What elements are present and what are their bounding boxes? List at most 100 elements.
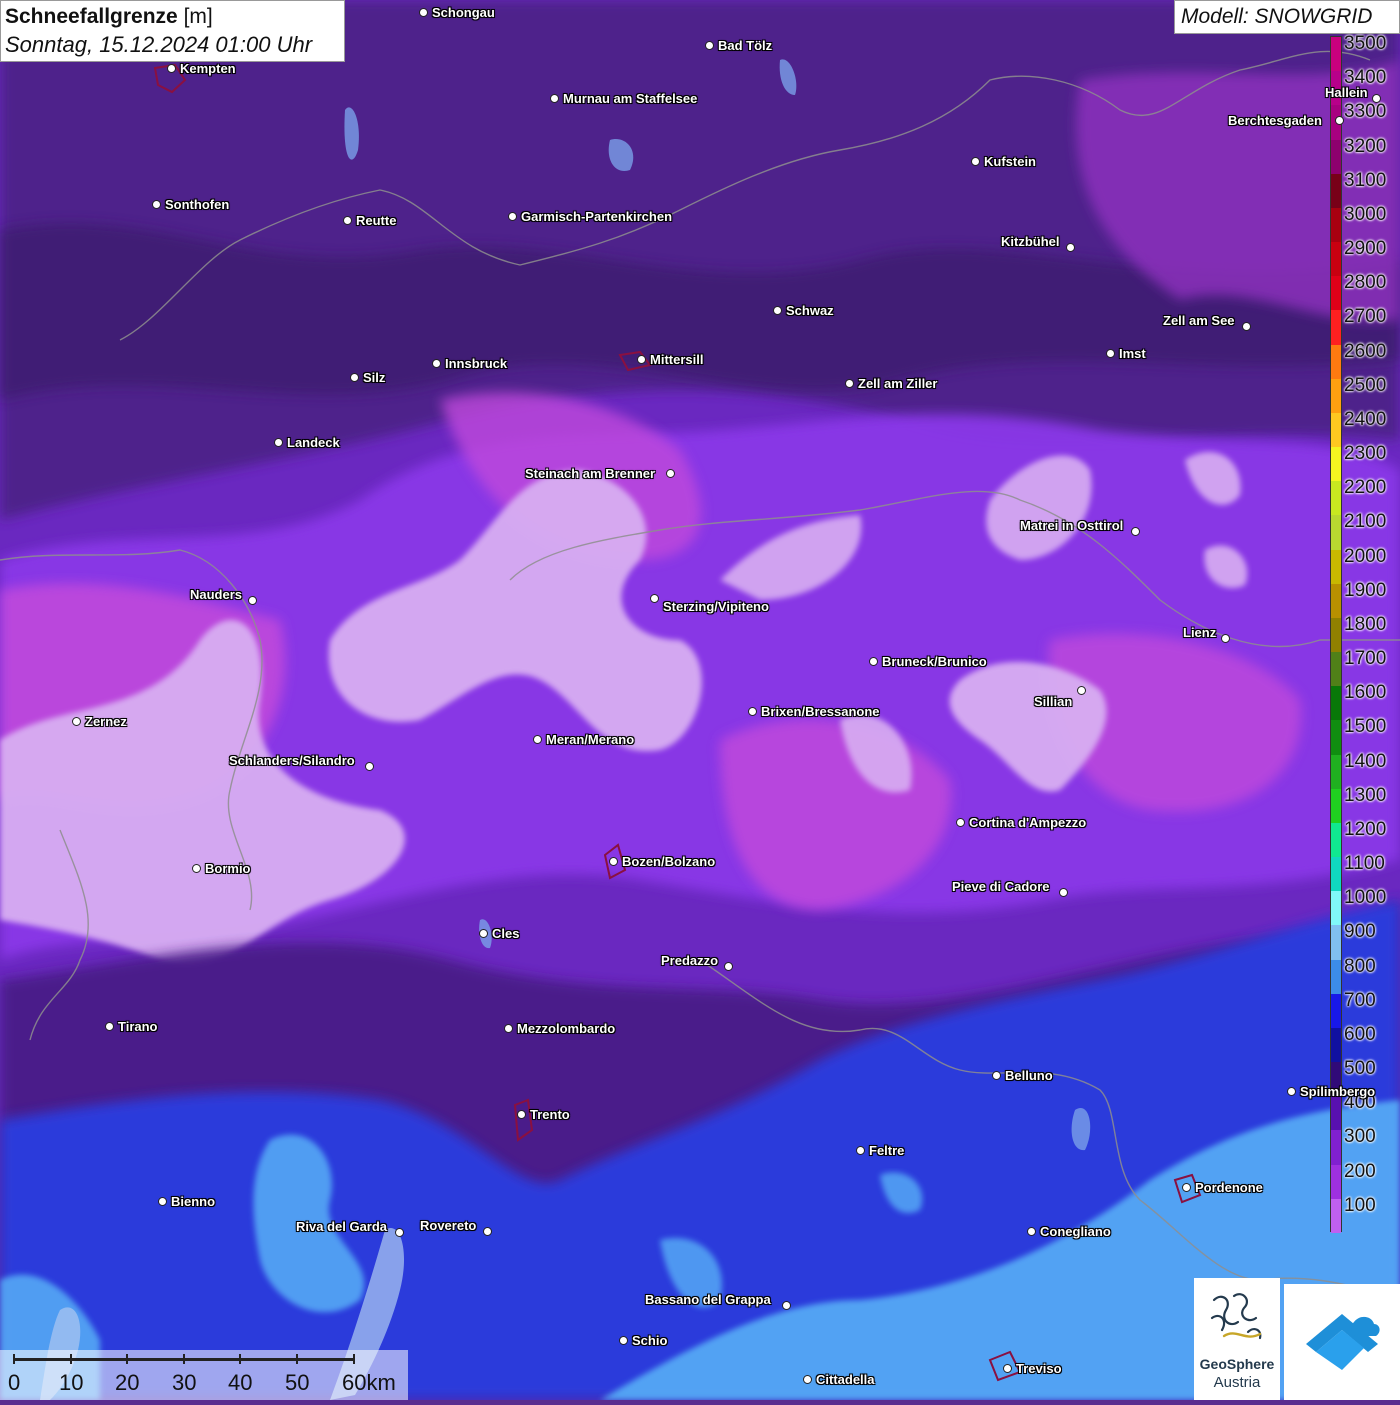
legend-label: 1400 xyxy=(1344,750,1387,772)
place-dot-icon xyxy=(248,596,257,605)
legend-swatch xyxy=(1331,139,1341,175)
legend-swatch xyxy=(1331,1096,1341,1131)
place-label: Innsbruck xyxy=(445,356,508,371)
place-label: Brixen/Bressanone xyxy=(761,704,880,719)
place-label: Bassano del Grappa xyxy=(645,1292,771,1307)
place-dot-icon xyxy=(619,1336,628,1345)
place-dot-icon xyxy=(1182,1183,1191,1192)
place-dot-icon xyxy=(1287,1087,1296,1096)
legend-label: 2800 xyxy=(1344,272,1387,294)
legend-swatch xyxy=(1331,515,1341,551)
place-label: Pordenone xyxy=(1195,1180,1263,1195)
place-dot-icon xyxy=(869,657,878,666)
legend-swatch xyxy=(1331,310,1341,346)
place-dot-icon xyxy=(1221,634,1230,643)
place-label: Schlanders/Silandro xyxy=(229,753,355,768)
place-label: Tirano xyxy=(118,1019,158,1034)
place-dot-icon xyxy=(419,8,428,17)
place-dot-icon xyxy=(192,864,201,873)
legend-label: 1100 xyxy=(1344,853,1385,875)
scale-tick xyxy=(126,1354,128,1364)
legend-label: 600 xyxy=(1344,1023,1376,1045)
place-dot-icon xyxy=(992,1071,1001,1080)
legend-label: 300 xyxy=(1344,1126,1376,1148)
geosphere-emblem-icon xyxy=(1210,1293,1262,1340)
place-dot-icon xyxy=(856,1146,865,1155)
scale-tick xyxy=(296,1354,298,1364)
place-label: Treviso xyxy=(1016,1361,1062,1376)
place-dot-icon xyxy=(1335,116,1344,125)
legend-label: 2300 xyxy=(1344,443,1387,465)
scale-label: 40 xyxy=(228,1370,253,1395)
geosphere-logo: GeoSphere Austria xyxy=(1194,1278,1280,1400)
place-dot-icon xyxy=(350,373,359,382)
legend-label: 2200 xyxy=(1344,477,1387,499)
legend-label: 2100 xyxy=(1344,511,1387,533)
place-label: Zernez xyxy=(85,714,127,729)
place-label: Reutte xyxy=(356,213,397,228)
place-label: Matrei in Osttirol xyxy=(1020,518,1124,533)
legend-label: 3300 xyxy=(1344,101,1387,123)
place-label: Sterzing/Vipiteno xyxy=(663,599,769,614)
place-dot-icon xyxy=(550,94,559,103)
place-label: Cles xyxy=(492,926,520,941)
place-label: Trento xyxy=(530,1107,570,1122)
place-dot-icon xyxy=(609,857,618,866)
place-dot-icon xyxy=(971,157,980,166)
legend-swatch xyxy=(1331,925,1341,961)
legend-label: 3500 xyxy=(1344,33,1387,54)
legend-label: 3200 xyxy=(1344,135,1387,157)
place-dot-icon xyxy=(365,762,374,771)
place-dot-icon xyxy=(72,717,81,726)
legend-swatch xyxy=(1331,788,1341,824)
place-label: Bozen/Bolzano xyxy=(622,854,716,869)
place-label: Belluno xyxy=(1005,1068,1053,1083)
legend-label: 100 xyxy=(1344,1194,1376,1216)
scale-tick xyxy=(183,1354,185,1364)
map-title-box: Schneefallgrenze [m] Sonntag, 15.12.2024… xyxy=(0,0,345,62)
legend-label: 1200 xyxy=(1344,818,1387,840)
place-label: Bad Tölz xyxy=(718,38,773,53)
legend-swatch xyxy=(1331,549,1341,585)
place-dot-icon xyxy=(432,359,441,368)
legend-label: 3100 xyxy=(1344,169,1387,191)
place-label: Landeck xyxy=(287,435,340,450)
place-label: Imst xyxy=(1119,346,1146,361)
place-label: Mezzolombardo xyxy=(517,1021,616,1036)
legend-swatch xyxy=(1331,822,1341,858)
legend-swatch xyxy=(1331,583,1341,619)
legend-swatch xyxy=(1331,447,1341,482)
legend-swatch xyxy=(1331,1130,1341,1166)
legend-swatch xyxy=(1331,686,1341,721)
legend-label: 2500 xyxy=(1344,374,1387,396)
place-dot-icon xyxy=(479,929,488,938)
legend-label: 700 xyxy=(1344,989,1376,1011)
geosphere-logo-line2: Austria xyxy=(1213,1374,1261,1391)
legend-label: 1800 xyxy=(1344,613,1387,635)
legend-swatch xyxy=(1331,173,1341,209)
legend-label: 200 xyxy=(1344,1160,1376,1182)
place-dot-icon xyxy=(1003,1364,1012,1373)
place-dot-icon xyxy=(666,469,675,478)
geosphere-logo-line1: GeoSphere xyxy=(1199,1356,1275,1372)
place-dot-icon xyxy=(167,64,176,73)
place-dot-icon xyxy=(1027,1227,1036,1236)
legend-swatch xyxy=(1331,412,1341,448)
scale-label: 20 xyxy=(115,1370,140,1395)
legend-label: 2600 xyxy=(1344,340,1387,362)
place-dot-icon xyxy=(395,1228,404,1237)
model-label: Modell: SNOWGRID xyxy=(1174,0,1400,34)
scale-label: 50 xyxy=(285,1370,310,1395)
legend-label: 800 xyxy=(1344,955,1376,977)
place-label: Riva del Garda xyxy=(296,1219,388,1234)
place-label: Conegliano xyxy=(1040,1224,1111,1239)
mountain-cloud-icon xyxy=(1306,1314,1380,1370)
scale-tick xyxy=(13,1354,15,1364)
place-dot-icon xyxy=(1242,322,1251,331)
place-label: Spilimbergo xyxy=(1300,1084,1376,1099)
legend-label: 1900 xyxy=(1344,579,1387,601)
legend-swatch xyxy=(1331,857,1341,892)
place-label: Pieve di Cadore xyxy=(952,879,1050,894)
place-label: Silz xyxy=(363,370,386,385)
place-dot-icon xyxy=(508,212,517,221)
